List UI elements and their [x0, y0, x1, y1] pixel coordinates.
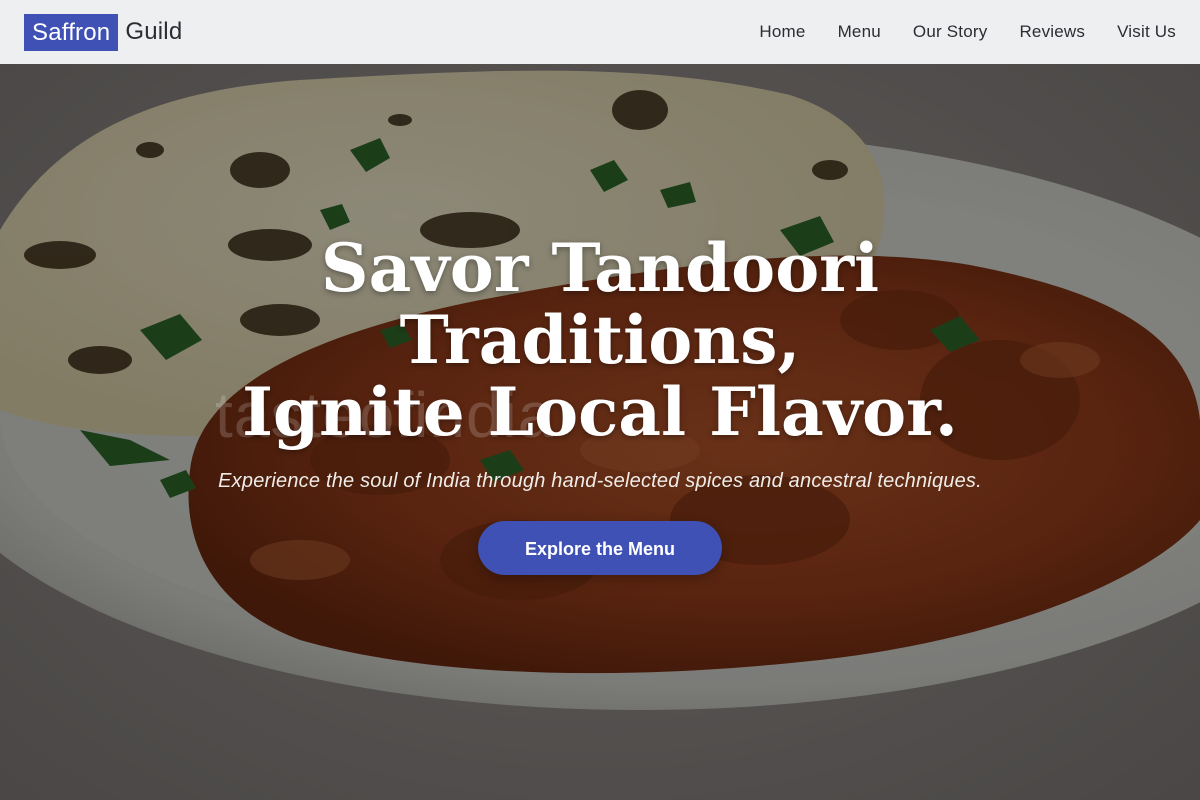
main-nav: Home Menu Our Story Reviews Visit Us	[759, 22, 1176, 42]
nav-link-reviews[interactable]: Reviews	[1019, 22, 1085, 42]
nav-link-our-story[interactable]: Our Story	[913, 22, 988, 42]
hero-title-line-3: Ignite Local Flavor.	[242, 373, 958, 451]
hero-subtitle: Experience the soul of India through han…	[218, 470, 982, 492]
site-header: Saffron Guild Home Menu Our Story Review…	[0, 0, 1200, 64]
hero-title-line-2: Traditions,	[399, 301, 801, 379]
nav-link-menu[interactable]: Menu	[838, 22, 881, 42]
nav-link-home[interactable]: Home	[759, 22, 805, 42]
explore-menu-button[interactable]: Explore the Menu	[478, 521, 722, 575]
hero-title-line-1: Savor Tandoori	[320, 229, 880, 307]
nav-link-visit-us[interactable]: Visit Us	[1117, 22, 1176, 42]
hero-title: Savor Tandoori Traditions, Ignite Local …	[0, 232, 1200, 448]
hero-content: Savor Tandoori Traditions, Ignite Local …	[0, 232, 1200, 575]
brand-highlight: Saffron	[24, 13, 119, 51]
brand-name-rest: Guild	[125, 18, 183, 45]
brand-logo[interactable]: Saffron Guild	[24, 13, 183, 51]
hero-section: tasteofindia Savor Tandoori Traditions, …	[0, 0, 1200, 800]
